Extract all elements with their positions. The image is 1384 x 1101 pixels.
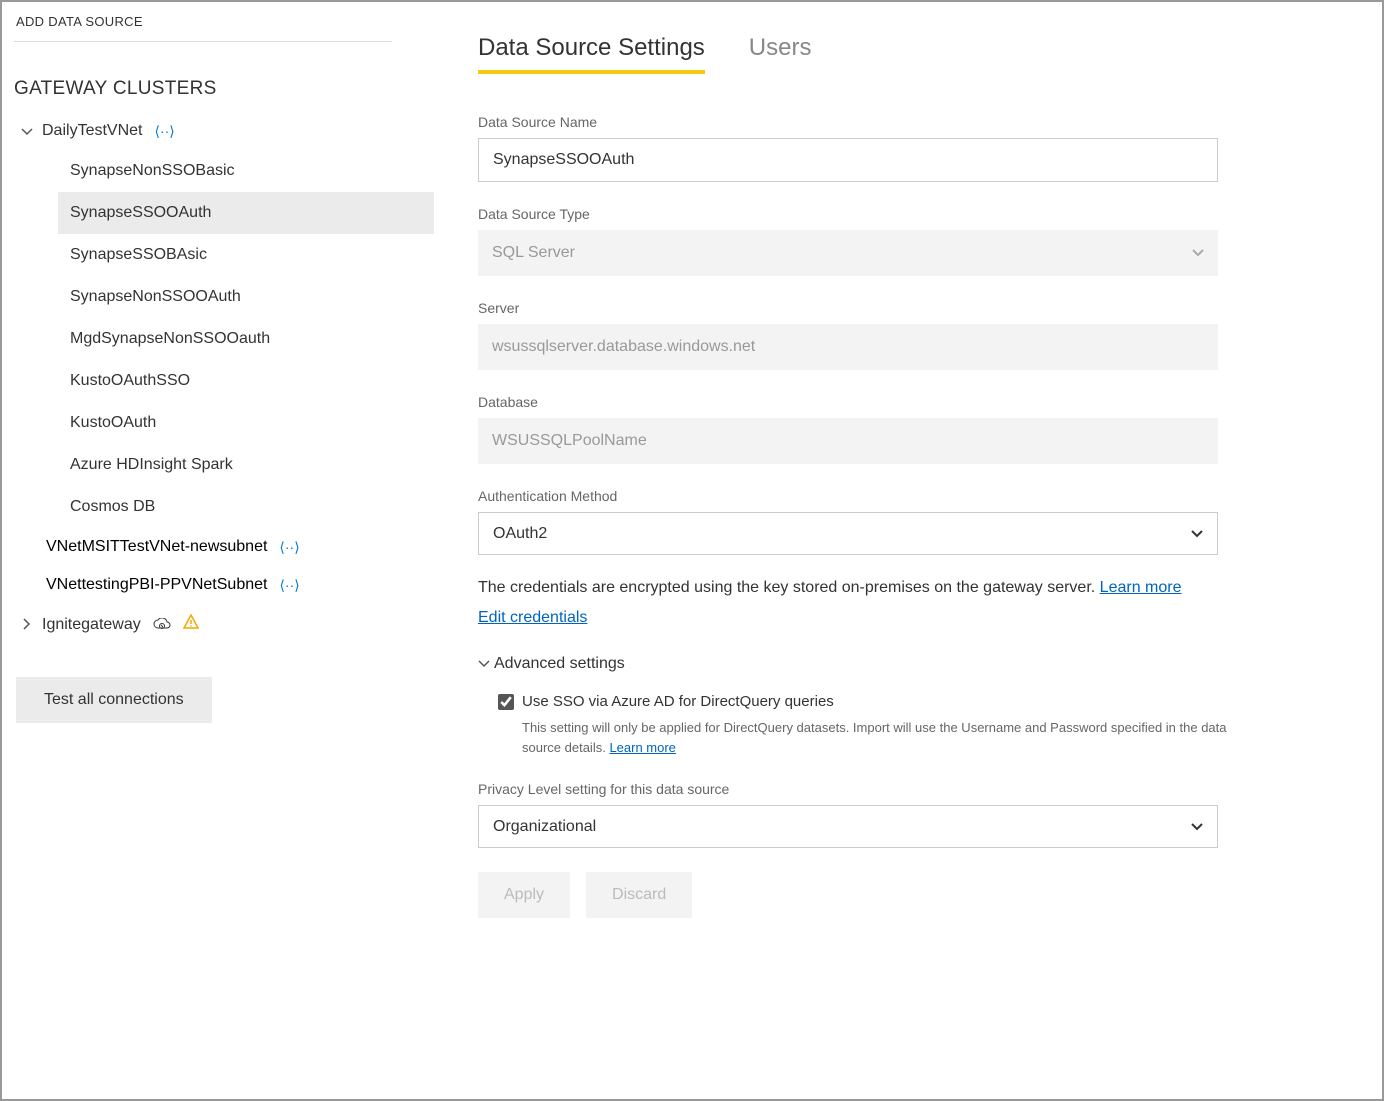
ds-item[interactable]: KustoOAuth (58, 402, 434, 444)
discard-button[interactable]: Discard (586, 872, 692, 918)
sso-checkbox-label: Use SSO via Azure AD for DirectQuery que… (522, 693, 834, 710)
ds-item[interactable]: SynapseNonSSOBasic (58, 150, 434, 192)
tabs: Data Source Settings Users (478, 34, 1382, 74)
server-value: wsussqlserver.database.windows.net (478, 324, 1218, 370)
cluster-dailytestvnet[interactable]: DailyTestVNet ⟨··⟩ (14, 112, 434, 150)
field-server: Server wsussqlserver.database.windows.ne… (478, 300, 1218, 370)
ds-name-label: Data Source Name (478, 114, 1218, 130)
data-source-list: SynapseNonSSOBasic SynapseSSOOAuth Synap… (14, 150, 434, 528)
server-label: Server (478, 300, 1218, 316)
auth-label: Authentication Method (478, 488, 1218, 504)
field-auth-method: Authentication Method OAuth2 (478, 488, 1218, 555)
ds-type-label: Data Source Type (478, 206, 1218, 222)
cluster-label: Ignitegateway (42, 616, 141, 634)
tab-users[interactable]: Users (749, 34, 812, 74)
edit-credentials-link[interactable]: Edit credentials (478, 609, 587, 627)
sub-cluster-label: VNettestingPBI-PPVNetSubnet (46, 576, 267, 594)
tab-data-source-settings[interactable]: Data Source Settings (478, 34, 705, 74)
field-database: Database WSUSSQLPoolName (478, 394, 1218, 464)
form-buttons: Apply Discard (478, 872, 1382, 918)
sso-checkbox[interactable] (498, 694, 514, 710)
main-panel: Data Source Settings Users Data Source N… (434, 2, 1382, 1099)
sso-checkbox-row: Use SSO via Azure AD for DirectQuery que… (498, 693, 1382, 710)
advanced-settings-toggle[interactable]: Advanced settings (478, 655, 1382, 673)
cloud-sync-icon (153, 618, 171, 632)
auth-method-select[interactable]: OAuth2 (478, 512, 1218, 555)
sub-cluster-item[interactable]: VNettestingPBI-PPVNetSubnet ⟨··⟩ (14, 566, 434, 604)
ds-item[interactable]: Azure HDInsight Spark (58, 444, 434, 486)
ds-item[interactable]: SynapseNonSSOOAuth (58, 276, 434, 318)
sso-help-text: This setting will only be applied for Di… (522, 718, 1242, 757)
chevron-down-icon (478, 655, 490, 673)
learn-more-link[interactable]: Learn more (1100, 579, 1182, 596)
field-ds-name: Data Source Name (478, 114, 1218, 182)
privacy-label: Privacy Level setting for this data sour… (478, 781, 1218, 797)
field-privacy: Privacy Level setting for this data sour… (478, 781, 1218, 848)
field-ds-type: Data Source Type SQL Server (478, 206, 1218, 276)
ds-type-select: SQL Server (478, 230, 1218, 276)
ds-item[interactable]: KustoOAuthSSO (58, 360, 434, 402)
cluster-ignitegateway[interactable]: Ignitegateway (14, 604, 434, 645)
ds-item[interactable]: SynapseSSOBAsic (58, 234, 434, 276)
ds-item-selected[interactable]: SynapseSSOOAuth (58, 192, 434, 234)
sub-cluster-item[interactable]: VNetMSITTestVNet-newsubnet ⟨··⟩ (14, 528, 434, 566)
apply-button[interactable]: Apply (478, 872, 570, 918)
test-all-connections-button[interactable]: Test all connections (16, 677, 212, 723)
ds-name-input[interactable] (478, 138, 1218, 182)
database-label: Database (478, 394, 1218, 410)
cluster-list: DailyTestVNet ⟨··⟩ SynapseNonSSOBasic Sy… (14, 112, 434, 645)
database-value: WSUSSQLPoolName (478, 418, 1218, 464)
chevron-right-icon (20, 617, 34, 633)
chevron-down-icon (20, 123, 34, 139)
sub-cluster-label: VNetMSITTestVNet-newsubnet (46, 538, 267, 556)
privacy-select[interactable]: Organizational (478, 805, 1218, 848)
sidebar: ADD DATA SOURCE GATEWAY CLUSTERS DailyTe… (2, 2, 434, 1099)
ds-item[interactable]: Cosmos DB (58, 486, 434, 528)
add-data-source-link[interactable]: ADD DATA SOURCE (14, 14, 392, 42)
vnet-icon: ⟨··⟩ (279, 577, 299, 594)
cluster-label: DailyTestVNet (42, 122, 142, 140)
warning-icon (183, 614, 199, 635)
vnet-icon: ⟨··⟩ (154, 123, 174, 140)
vnet-icon: ⟨··⟩ (279, 539, 299, 556)
ds-item[interactable]: MgdSynapseNonSSOOauth (58, 318, 434, 360)
learn-more-link-sso[interactable]: Learn more (609, 740, 675, 755)
gateway-clusters-header: GATEWAY CLUSTERS (14, 78, 434, 100)
credentials-help-text: The credentials are encrypted using the … (478, 579, 1238, 597)
